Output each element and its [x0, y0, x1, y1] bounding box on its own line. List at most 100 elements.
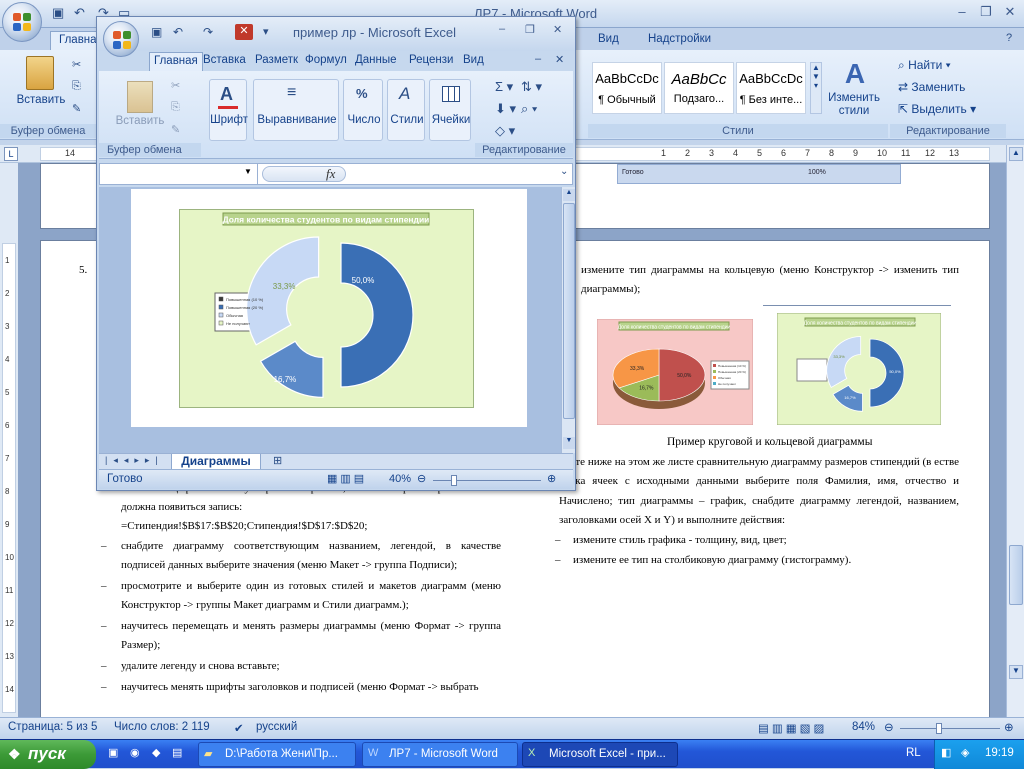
word-office-button[interactable]: [2, 2, 42, 42]
replace-button[interactable]: ⇄ Заменить: [898, 80, 965, 94]
insert-function-icon[interactable]: fx: [326, 166, 335, 182]
word-restore-button[interactable]: ❐: [974, 4, 998, 22]
tray-icon-2[interactable]: ◈: [961, 746, 969, 759]
excel-tab-3[interactable]: Формул: [301, 52, 351, 71]
excel-tab-1[interactable]: Вставка: [199, 52, 250, 71]
sort-filter-icon[interactable]: ⇅ ▾: [521, 79, 542, 95]
embedded-status-text: Готово: [622, 169, 644, 176]
zoom-slider-thumb[interactable]: [936, 723, 942, 734]
clock: 19:19: [985, 747, 1014, 759]
excel-scroll-up[interactable]: ▲: [563, 189, 575, 201]
excel-tab-5[interactable]: Рецензи: [405, 52, 457, 71]
excel-tab-6[interactable]: Вид: [459, 52, 488, 71]
excel-view-buttons[interactable]: ▦▥▤: [327, 472, 367, 485]
quick-save-icon[interactable]: ▣: [52, 5, 64, 21]
help-icon[interactable]: ?: [1006, 32, 1012, 44]
excel-paste-button[interactable]: Вставить: [103, 115, 177, 127]
excel-ribbon-close[interactable]: ✕: [555, 53, 564, 66]
excel-zoom-slider[interactable]: [433, 480, 541, 481]
styles-scroll[interactable]: ▲ ▼ ▾: [810, 62, 822, 114]
excel-office-button[interactable]: [103, 21, 139, 57]
excel-scroll-down[interactable]: ▼: [563, 437, 575, 449]
autosum-icon[interactable]: Σ ▾: [495, 79, 513, 95]
scroll-up-button[interactable]: ▲: [1009, 147, 1023, 161]
zoom-in-button[interactable]: ⊕: [1004, 720, 1014, 734]
clear-icon[interactable]: ◇ ▾: [495, 123, 515, 139]
excel-cells-button[interactable]: Ячейки: [429, 79, 471, 141]
scroll-thumb[interactable]: [1009, 545, 1023, 605]
excel-zoom-thumb[interactable]: [451, 475, 457, 486]
style-normal[interactable]: AaBbCcDc ¶ Обычный: [592, 62, 662, 114]
word-minimize-button[interactable]: –: [950, 4, 974, 22]
paste-button[interactable]: Вставить: [14, 94, 68, 106]
chart-title: Доля количества студентов по видам стипе…: [223, 215, 430, 225]
quicklaunch-icon-2[interactable]: ◆: [152, 746, 160, 759]
change-styles-button[interactable]: Изменить стили: [824, 92, 884, 118]
find-select-icon[interactable]: ⌕ ▾: [521, 101, 537, 117]
change-styles-icon: A: [844, 58, 866, 89]
excel-tab-0[interactable]: Главная: [149, 52, 203, 71]
excel-styles-button[interactable]: A Стили: [387, 79, 425, 141]
quicklaunch-icon-3[interactable]: ▤: [172, 746, 182, 759]
start-button[interactable]: ❖ пуск: [0, 740, 96, 769]
excel-alignment-button[interactable]: ≡ Выравнивание: [253, 79, 339, 141]
zoom-slider[interactable]: [900, 728, 1000, 729]
excel-scroll-thumb[interactable]: [563, 203, 575, 419]
vertical-ruler-number: 5: [5, 388, 10, 397]
name-box[interactable]: ▼: [100, 164, 258, 184]
legend-swatch: [218, 312, 224, 318]
undo-icon[interactable]: ↶: [74, 5, 85, 21]
name-box-dropdown-icon[interactable]: ▼: [244, 167, 252, 176]
pie-data-label: 16,7%: [639, 385, 654, 391]
status-language[interactable]: русский: [256, 721, 297, 733]
excel-zoom-level[interactable]: 40%: [389, 473, 411, 485]
status-words[interactable]: Число слов: 2 119: [114, 721, 210, 733]
word-close-button[interactable]: ✕: [998, 4, 1022, 22]
excel-font-button[interactable]: A Шрифт: [209, 79, 248, 141]
excel-tab-2[interactable]: Разметк: [251, 52, 302, 71]
copy-icon[interactable]: ⎘: [72, 80, 81, 93]
language-indicator[interactable]: RL: [906, 747, 921, 759]
legend-label: Обычная: [226, 313, 243, 318]
style-normal-sample: AaBbCcDc: [595, 71, 659, 86]
example-doughnut-chart: Доля количества студентов по видам стипе…: [777, 313, 941, 425]
spellcheck-icon[interactable]: ✔: [234, 721, 244, 735]
select-button[interactable]: ⇱ Выделить ▾: [898, 102, 976, 116]
zoom-level[interactable]: 84%: [852, 721, 875, 733]
excel-tab-4[interactable]: Данные: [351, 52, 401, 71]
scroll-down-button[interactable]: ▼: [1009, 665, 1023, 679]
zoom-out-button[interactable]: ⊖: [884, 720, 894, 734]
style-no-spacing[interactable]: AaBbCcDc ¶ Без инте...: [736, 62, 806, 114]
insert-sheet-icon[interactable]: ⊞: [273, 454, 282, 467]
excel-status-text: Готово: [107, 473, 143, 485]
word-tab-addins[interactable]: Надстройки: [640, 31, 719, 50]
excel-zoom-out[interactable]: ⊖: [417, 472, 426, 485]
sheet-nav-buttons[interactable]: |◂◂▸▸|: [105, 455, 164, 466]
style-subtitle[interactable]: AaBbCc Подзаго...: [664, 62, 734, 114]
task-word[interactable]: ЛР7 - Microsoft Word: [362, 742, 518, 767]
word-tab-view[interactable]: Вид: [590, 31, 627, 50]
quicklaunch-icon-1[interactable]: ◉: [130, 746, 140, 759]
excel-ribbon-min[interactable]: –: [535, 53, 541, 65]
expand-formula-bar[interactable]: ⌄: [560, 166, 568, 177]
word-vertical-scrollbar[interactable]: ▲ ▼: [1006, 145, 1024, 717]
ruler-number: 10: [877, 148, 888, 158]
excel-copy-icon[interactable]: ⎘: [171, 101, 180, 114]
show-desktop-icon[interactable]: ▣: [108, 746, 118, 759]
fill-icon[interactable]: ⬇ ▾: [495, 101, 516, 117]
view-buttons[interactable]: ▤▥▦▧▨: [758, 721, 827, 735]
excel-number-button[interactable]: % Число: [343, 79, 383, 141]
cut-icon[interactable]: ✂: [72, 58, 81, 71]
tray-icon-1[interactable]: ◧: [941, 746, 951, 759]
left-bullet-dash: –: [101, 580, 107, 592]
format-painter-icon[interactable]: ✎: [72, 102, 81, 115]
find-button[interactable]: ⌕ Найти ▾: [898, 58, 951, 73]
excel-zoom-in[interactable]: ⊕: [547, 472, 556, 485]
status-page[interactable]: Страница: 5 из 5: [8, 721, 97, 733]
excel-vertical-scrollbar[interactable]: ▲ ▼: [561, 187, 575, 453]
task-explorer[interactable]: D:\Работа Жени\Пр...: [198, 742, 356, 767]
excel-cut-icon[interactable]: ✂: [171, 79, 180, 92]
tab-stop-selector[interactable]: L: [4, 147, 18, 161]
task-excel[interactable]: Microsoft Excel - при...: [522, 742, 678, 767]
sheet-tab-diagrams[interactable]: Диаграммы: [171, 454, 261, 470]
